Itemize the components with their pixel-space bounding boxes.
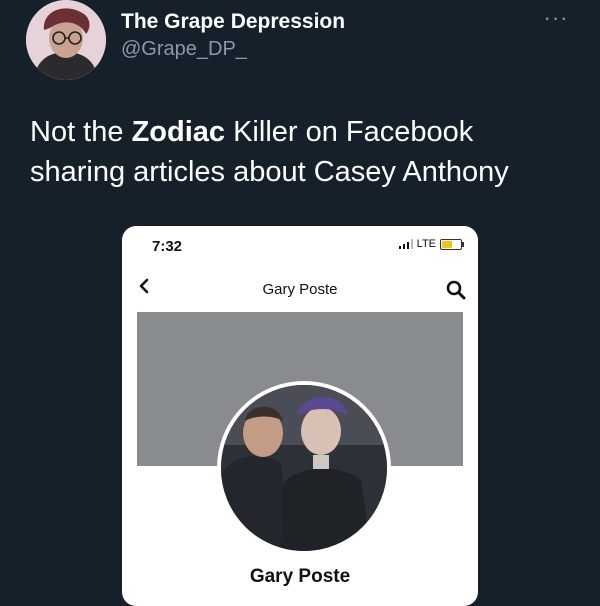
tweet-media-screenshot[interactable]: 7:32 LTE Gary Poste Gary Poste [122,226,478,606]
battery-icon [440,238,464,250]
tweet-text: Not the Zodiac Killer on Facebook sharin… [30,112,575,192]
profile-photo [221,385,387,551]
profile-nav-title: Gary Poste [262,281,338,298]
author-name[interactable]: The Grape Depression [121,10,345,34]
signal-icon [398,239,413,249]
tweet-text-bold: Zodiac [131,116,226,148]
network-label: LTE [416,238,436,250]
more-horizontal-icon: ··· [543,5,569,30]
author-handle[interactable]: @Grape_DP_ [121,38,247,61]
profile-name: Gary Poste [249,566,351,587]
search-button[interactable] [444,278,468,302]
avatar-image [26,0,106,80]
tweet-author-avatar[interactable] [26,0,106,80]
profile-picture[interactable] [217,381,391,555]
search-icon [446,280,466,300]
status-time: 7:32 [152,238,183,255]
status-indicators: LTE [398,238,464,250]
tweet-text-start: Not the [30,116,132,148]
more-options-button[interactable]: ··· [540,5,572,30]
